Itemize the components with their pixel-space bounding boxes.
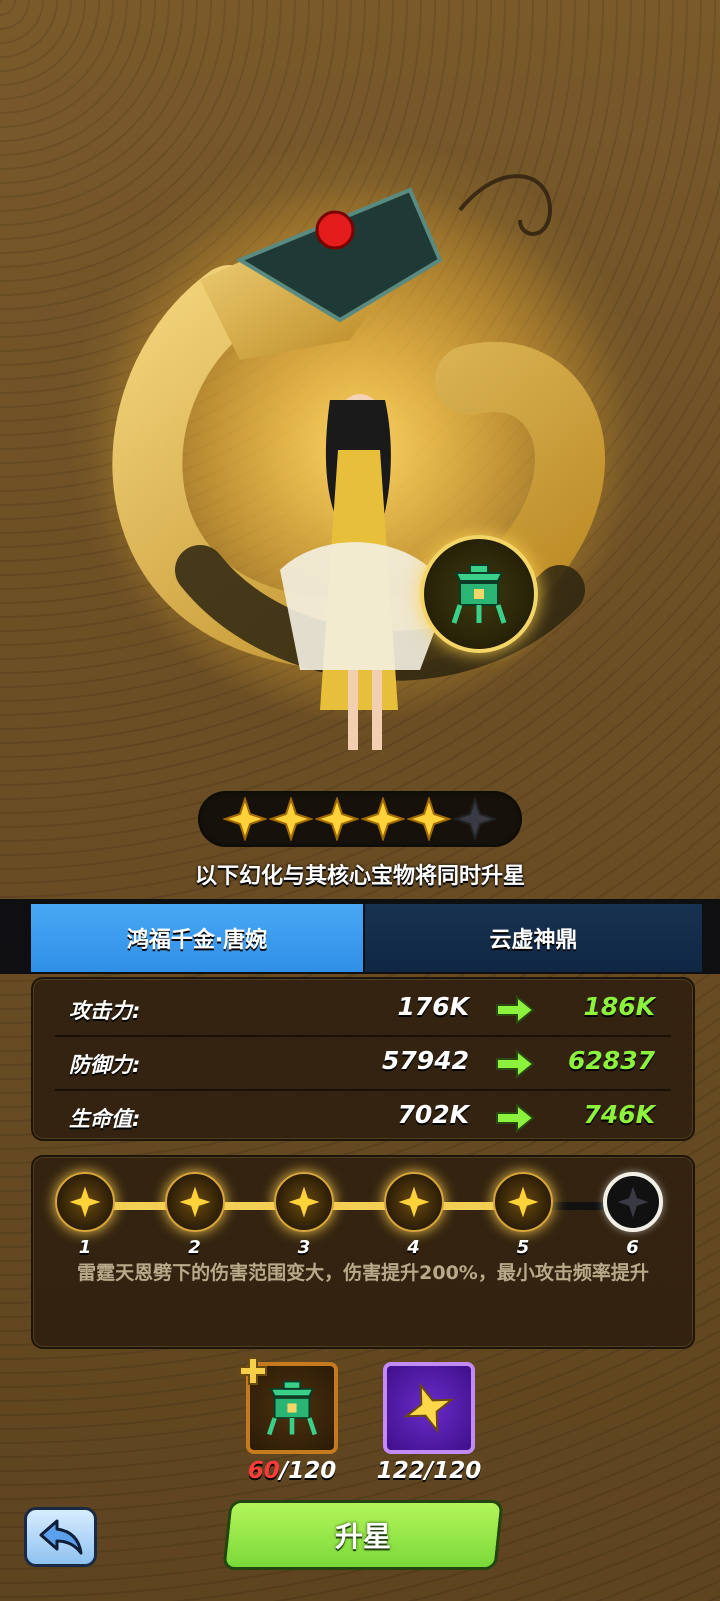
level-number: 5 bbox=[516, 1237, 530, 1258]
stat-next: 186K bbox=[583, 992, 655, 1021]
level-node-3[interactable] bbox=[274, 1172, 334, 1232]
count-need: /120 bbox=[424, 1458, 482, 1484]
count-need: /120 bbox=[279, 1458, 337, 1484]
hero-character-art bbox=[90, 174, 630, 750]
tab-hero[interactable]: 鸿福千金·唐婉 bbox=[31, 904, 363, 972]
stat-row-hp: 生命值: 702K 746K bbox=[33, 1091, 693, 1145]
star-shard-icon bbox=[403, 1382, 455, 1434]
level-number: 1 bbox=[78, 1237, 92, 1258]
star-filled-icon bbox=[315, 797, 359, 841]
stat-current: 57942 bbox=[382, 1046, 469, 1075]
core-treasure-badge bbox=[420, 535, 538, 653]
material-count-star: 122/120 bbox=[364, 1458, 494, 1484]
stat-next: 62837 bbox=[568, 1046, 655, 1075]
level-node-2[interactable] bbox=[164, 1172, 225, 1232]
star-filled-icon bbox=[507, 1186, 539, 1218]
star-level-panel: 雷霆天恩劈下的伤害范围变大，伤害提升200%，最小攻击频率提升 1 2 3 4 5 6 bbox=[31, 1155, 695, 1349]
core-treasure-icon bbox=[266, 1380, 318, 1436]
star-empty-icon bbox=[453, 797, 497, 841]
level-node-4[interactable] bbox=[383, 1172, 444, 1232]
star-filled-icon bbox=[179, 1186, 210, 1218]
cauldron-icon bbox=[451, 564, 507, 624]
skill-description: 雷霆天恩劈下的伤害范围变大，伤害提升200%，最小攻击频率提升 bbox=[77, 1262, 649, 1284]
star-rating bbox=[198, 791, 522, 847]
stat-next: 746K bbox=[583, 1100, 655, 1129]
star-filled-icon bbox=[288, 1186, 320, 1218]
star-filled-icon bbox=[69, 1186, 101, 1218]
arrow-right-icon bbox=[496, 1103, 535, 1133]
level-node-1[interactable] bbox=[55, 1172, 115, 1232]
level-number: 3 bbox=[297, 1237, 311, 1258]
upgrade-note: 以下幻化与其核心宝物将同时升星 bbox=[194, 864, 525, 889]
star-filled-icon bbox=[398, 1186, 429, 1218]
level-node-5[interactable] bbox=[493, 1172, 553, 1232]
arrow-right-icon bbox=[496, 1049, 535, 1079]
star-filled-icon bbox=[223, 797, 267, 841]
material-count-core: 60/120 bbox=[227, 1458, 357, 1484]
star-empty-icon bbox=[617, 1186, 648, 1218]
material-core-treasure[interactable] bbox=[239, 1357, 338, 1454]
star-filled-icon bbox=[269, 797, 313, 841]
upgrade-star-button[interactable]: 升星 bbox=[222, 1500, 504, 1570]
level-node-6[interactable] bbox=[602, 1172, 663, 1232]
stat-row-attack: 攻击力: 176K 186K bbox=[33, 983, 693, 1037]
stat-label: 生命值: bbox=[69, 1107, 141, 1131]
tab-strip: 鸿福千金·唐婉 云虚神鼎 bbox=[0, 899, 720, 974]
stat-row-defense: 防御力: 57942 62837 bbox=[33, 1037, 693, 1091]
level-number: 4 bbox=[407, 1237, 420, 1258]
level-number: 6 bbox=[626, 1237, 639, 1258]
back-button[interactable] bbox=[24, 1507, 97, 1567]
stat-current: 176K bbox=[397, 992, 469, 1021]
stat-label: 攻击力: bbox=[69, 999, 141, 1023]
star-filled-icon bbox=[407, 797, 451, 841]
count-have: 122 bbox=[376, 1458, 425, 1484]
tab-treasure[interactable]: 云虚神鼎 bbox=[365, 904, 702, 972]
stats-panel: 攻击力: 176K 186K 防御力: 57942 62837 生命值: 702… bbox=[31, 977, 695, 1141]
back-arrow-icon bbox=[39, 1519, 82, 1555]
star-filled-icon bbox=[361, 797, 405, 841]
arrow-right-icon bbox=[496, 995, 535, 1025]
stat-current: 702K bbox=[397, 1100, 469, 1129]
upgrade-star-label: 升星 bbox=[334, 1520, 391, 1553]
stat-label: 防御力: bbox=[69, 1053, 141, 1077]
material-star-shard[interactable] bbox=[383, 1362, 475, 1454]
level-number: 2 bbox=[188, 1237, 201, 1258]
count-have: 60 bbox=[247, 1458, 280, 1484]
plus-icon bbox=[239, 1357, 267, 1385]
